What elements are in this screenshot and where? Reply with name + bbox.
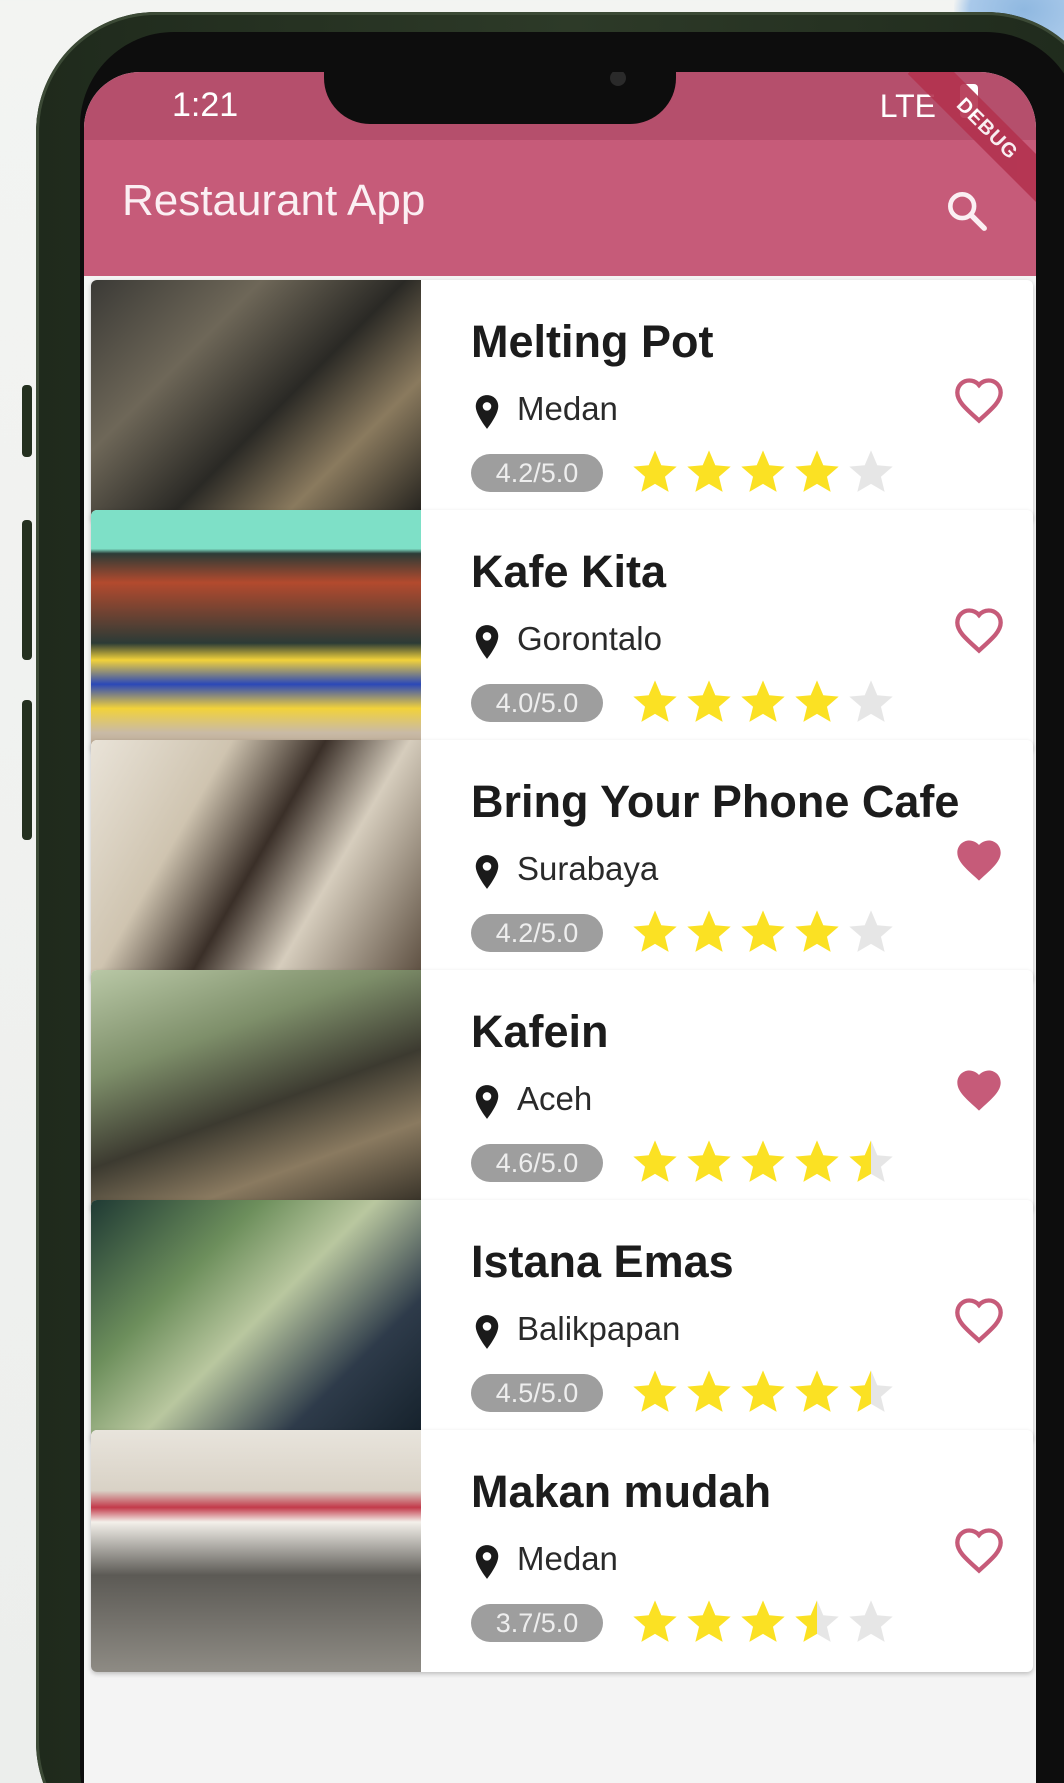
favorite-outline-icon[interactable] — [953, 376, 1005, 424]
location-pin-icon — [475, 1085, 499, 1119]
side-button-bottom — [22, 700, 32, 840]
star-icon — [741, 1140, 785, 1182]
rating-badge: 3.7/5.0 — [471, 1604, 603, 1642]
star-icon — [687, 1600, 731, 1642]
restaurant-name: Kafein — [471, 1006, 609, 1057]
restaurant-city: Surabaya — [517, 850, 659, 887]
front-camera — [610, 72, 626, 86]
restaurant-image — [91, 970, 421, 1212]
rating-badge: 4.6/5.0 — [471, 1144, 603, 1182]
star-icon — [687, 910, 731, 952]
rating-badge: 4.2/5.0 — [471, 914, 603, 952]
favorite-filled-icon[interactable] — [953, 1066, 1005, 1114]
favorite-outline-icon[interactable] — [953, 1296, 1005, 1344]
star-rating — [629, 1596, 899, 1648]
side-button-top — [22, 385, 32, 457]
restaurant-city: Medan — [517, 390, 618, 427]
restaurant-image — [91, 1430, 421, 1672]
star-icon — [795, 680, 839, 722]
star-icon — [849, 1600, 893, 1642]
rating-badge: 4.5/5.0 — [471, 1374, 603, 1412]
star-icon — [687, 1140, 731, 1182]
star-rating — [629, 906, 899, 958]
star-rating — [629, 1136, 899, 1188]
star-icon — [741, 910, 785, 952]
side-button-middle — [22, 520, 32, 660]
star-icon — [741, 1370, 785, 1412]
restaurant-card[interactable]: Bring Your Phone Cafe Surabaya 4.2/5.0 — [91, 740, 1033, 982]
favorite-outline-icon[interactable] — [953, 1526, 1005, 1574]
restaurant-image — [91, 510, 421, 752]
location-pin-icon — [475, 855, 499, 889]
star-icon — [741, 1600, 785, 1642]
star-icon — [741, 450, 785, 492]
restaurant-card[interactable]: Kafe Kita Gorontalo 4.0/5.0 — [91, 510, 1033, 752]
search-icon[interactable] — [944, 188, 990, 234]
star-rating — [629, 446, 899, 498]
restaurant-image — [91, 280, 421, 522]
star-icon — [849, 450, 893, 492]
star-icon — [687, 680, 731, 722]
star-icon — [633, 1370, 677, 1412]
star-rating — [629, 676, 899, 728]
location-pin-icon — [475, 1315, 499, 1349]
app-title: Restaurant App — [122, 176, 426, 225]
restaurant-city: Balikpapan — [517, 1310, 681, 1347]
favorite-filled-icon[interactable] — [953, 836, 1005, 884]
restaurant-card[interactable]: Makan mudah Medan 3.7/5.0 — [91, 1430, 1033, 1672]
star-icon — [741, 680, 785, 722]
restaurant-name: Bring Your Phone Cafe — [471, 776, 960, 827]
star-rating — [629, 1366, 899, 1418]
status-time: 1:21 — [172, 86, 239, 124]
star-icon — [795, 910, 839, 952]
location-pin-icon — [475, 625, 499, 659]
star-icon — [633, 680, 677, 722]
star-icon — [633, 1600, 677, 1642]
restaurant-card[interactable]: Melting Pot Medan 4.2/5.0 — [91, 280, 1033, 522]
phone-screen: 1:21 LTE Restaurant App DEBUG Melting Po… — [84, 72, 1036, 1783]
camera-notch — [324, 72, 676, 124]
star-icon — [633, 1140, 677, 1182]
restaurant-image — [91, 740, 421, 982]
rating-badge: 4.0/5.0 — [471, 684, 603, 722]
star-icon — [795, 1370, 839, 1412]
location-pin-icon — [475, 395, 499, 429]
restaurant-card[interactable]: Kafein Aceh 4.6/5.0 — [91, 970, 1033, 1212]
star-icon — [849, 910, 893, 952]
star-icon — [633, 450, 677, 492]
star-icon — [849, 1370, 893, 1412]
restaurant-card[interactable]: Istana Emas Balikpapan 4.5/5.0 — [91, 1200, 1033, 1442]
restaurant-name: Kafe Kita — [471, 546, 667, 597]
star-icon — [795, 1600, 839, 1642]
star-icon — [795, 1140, 839, 1182]
restaurant-city: Aceh — [517, 1080, 593, 1117]
star-icon — [687, 1370, 731, 1412]
star-icon — [849, 680, 893, 722]
restaurant-name: Makan mudah — [471, 1466, 772, 1517]
location-pin-icon — [475, 1545, 499, 1579]
app-bar: Restaurant App — [84, 140, 1036, 276]
restaurant-name: Melting Pot — [471, 316, 714, 367]
restaurant-image — [91, 1200, 421, 1442]
restaurant-name: Istana Emas — [471, 1236, 734, 1287]
star-icon — [795, 450, 839, 492]
star-icon — [687, 450, 731, 492]
star-icon — [633, 910, 677, 952]
rating-badge: 4.2/5.0 — [471, 454, 603, 492]
restaurant-city: Gorontalo — [517, 620, 662, 657]
favorite-outline-icon[interactable] — [953, 606, 1005, 654]
star-icon — [849, 1140, 893, 1182]
restaurant-city: Medan — [517, 1540, 618, 1577]
